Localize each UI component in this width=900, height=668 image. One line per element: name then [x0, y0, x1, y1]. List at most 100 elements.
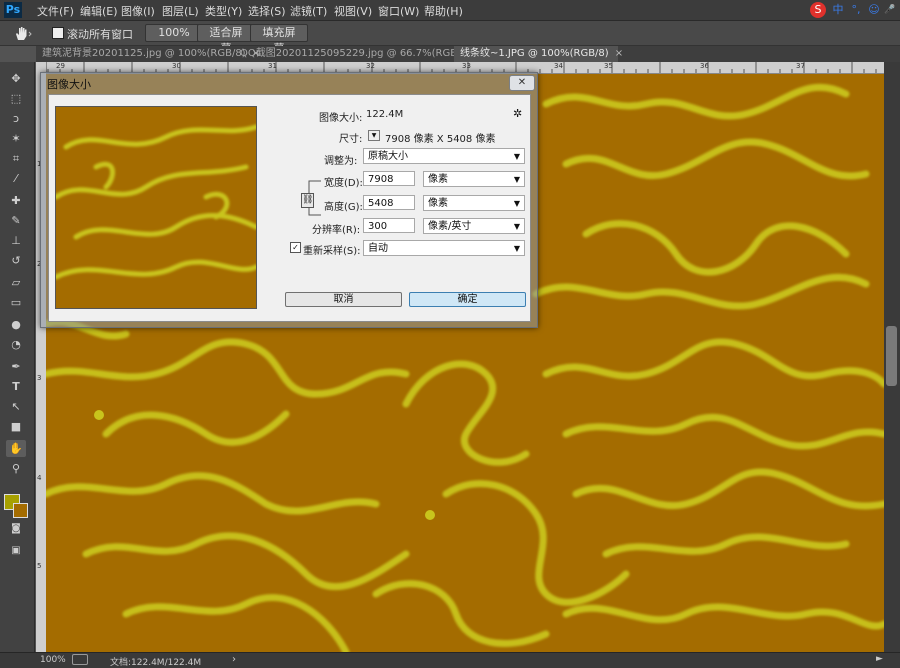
- marquee-tool-icon[interactable]: ⬚: [6, 90, 26, 107]
- close-icon[interactable]: ×: [615, 48, 623, 59]
- menu-type[interactable]: 类型(Y): [205, 3, 242, 19]
- height-label: 高度(G):: [324, 202, 363, 213]
- fit-to-select[interactable]: 原稿大小 ▼: [363, 148, 525, 164]
- ruler-number: 32: [366, 62, 375, 70]
- menu-edit[interactable]: 编辑(E): [80, 3, 118, 19]
- height-unit-select[interactable]: 像素 ▼: [423, 195, 525, 211]
- history-brush-icon[interactable]: ↺: [6, 252, 26, 269]
- background-color-swatch[interactable]: [13, 503, 28, 518]
- options-bar: 滚动所有窗口 100% 适合屏幕 填充屏幕: [0, 21, 900, 55]
- menu-view[interactable]: 视图(V): [334, 3, 372, 19]
- path-selection-icon[interactable]: ↖: [6, 398, 26, 415]
- status-zoom[interactable]: 100%: [40, 655, 66, 665]
- menu-file[interactable]: 文件(F): [37, 3, 74, 19]
- ruler-number: 31: [268, 62, 277, 70]
- blur-tool-icon[interactable]: ●: [6, 316, 26, 333]
- image-size-label: 图像大小:: [319, 113, 363, 124]
- move-tool-icon[interactable]: ✥: [6, 70, 26, 87]
- cancel-button[interactable]: 取消: [285, 292, 402, 307]
- pattern-dot: [94, 410, 104, 420]
- dimensions-label: 尺寸:: [339, 134, 363, 145]
- dialog-title-bar[interactable]: 图像大小 ✕: [41, 73, 537, 93]
- hand-tool-icon[interactable]: ✋: [6, 440, 26, 457]
- brush-tool-icon[interactable]: ✎: [6, 212, 26, 229]
- resolution-field[interactable]: 300: [363, 218, 415, 233]
- menu-window[interactable]: 窗口(W): [378, 3, 419, 19]
- ruler-number: 4: [37, 474, 42, 482]
- resolution-unit: 像素/英寸: [428, 221, 472, 232]
- menu-image[interactable]: 图像(I): [121, 3, 155, 19]
- width-field[interactable]: 7908: [363, 171, 415, 186]
- dodge-tool-icon[interactable]: ◔: [6, 336, 26, 353]
- scroll-right-icon[interactable]: ►: [876, 654, 883, 664]
- magic-wand-icon[interactable]: ✶: [6, 130, 26, 147]
- menu-bar: Ps 文件(F) 编辑(E) 图像(I) 图层(L) 类型(Y) 选择(S) 滤…: [0, 0, 900, 21]
- tab-doc-1[interactable]: 建筑泥背景20201125.jpg @ 100%(RGB/8) ×: [36, 46, 260, 62]
- microphone-icon[interactable]: 🎤: [882, 2, 898, 18]
- ok-button[interactable]: 确定: [409, 292, 526, 307]
- resample-checkbox[interactable]: ✓: [290, 242, 301, 253]
- close-icon[interactable]: ✕: [509, 75, 535, 91]
- vertical-scrollbar-thumb[interactable]: [886, 326, 897, 386]
- menu-layer[interactable]: 图层(L): [162, 3, 199, 19]
- clone-stamp-icon[interactable]: ⊥: [6, 232, 26, 249]
- crop-tool-icon[interactable]: ⌗: [6, 150, 26, 167]
- dimensions-value: 7908 像素 X 5408 像素: [385, 134, 496, 145]
- resample-select[interactable]: 自动 ▼: [363, 240, 525, 256]
- quick-mask-icon[interactable]: ◙: [6, 520, 26, 537]
- tab-label: QQ截图20201125095229.jpg @ 66.7%(RGB/8#): [240, 48, 480, 59]
- scroll-all-label: 滚动所有窗口: [67, 28, 133, 41]
- ruler-number: 30: [172, 62, 181, 70]
- zoom-tool-icon[interactable]: ⚲: [6, 460, 26, 477]
- ruler-number: 29: [56, 62, 65, 70]
- sogou-icon[interactable]: S: [810, 2, 826, 18]
- width-unit-select[interactable]: 像素 ▼: [423, 171, 525, 187]
- menu-filter[interactable]: 滤镜(T): [290, 3, 327, 19]
- eraser-tool-icon[interactable]: ▱: [6, 274, 26, 291]
- healing-brush-icon[interactable]: ✚: [6, 192, 26, 209]
- pattern-dot: [425, 510, 435, 520]
- ruler-number: 5: [37, 562, 42, 570]
- menu-help[interactable]: 帮助(H): [424, 3, 463, 19]
- chevron-down-icon[interactable]: ▼: [368, 130, 380, 141]
- width-label: 宽度(D):: [324, 178, 363, 189]
- punctuation-icon[interactable]: °,: [848, 2, 864, 18]
- lasso-tool-icon[interactable]: ↄ: [6, 110, 26, 127]
- menu-select[interactable]: 选择(S): [248, 3, 286, 19]
- chevron-down-icon: ▼: [513, 152, 520, 161]
- gradient-tool-icon[interactable]: ▭: [6, 294, 26, 311]
- eyedropper-icon[interactable]: ⁄: [6, 170, 26, 187]
- fit-to-label: 调整为:: [324, 156, 358, 167]
- status-bar: 100% 文档:122.4M/122.4M › ►: [0, 652, 900, 668]
- resample-value: 自动: [368, 243, 388, 254]
- height-field[interactable]: 5408: [363, 195, 415, 210]
- resolution-unit-select[interactable]: 像素/英寸 ▼: [423, 218, 525, 234]
- screen-mode-icon[interactable]: ▣: [6, 542, 26, 559]
- link-icon[interactable]: ⛓: [301, 193, 314, 208]
- photoshop-logo: Ps: [4, 2, 22, 18]
- preview-pattern: [56, 124, 256, 280]
- scroll-all-checkbox[interactable]: [52, 27, 64, 39]
- type-tool-icon[interactable]: T: [6, 378, 26, 395]
- chevron-down-icon: ▼: [513, 222, 520, 231]
- ruler-number: 33: [462, 62, 471, 70]
- zoom-100-button[interactable]: 100%: [145, 24, 203, 42]
- document-tab-bar: 建筑泥背景20201125.jpg @ 100%(RGB/8) × QQ截图202…: [36, 46, 900, 62]
- chevron-down-icon: ▼: [513, 244, 520, 253]
- rectangle-tool-icon[interactable]: ■: [6, 418, 26, 435]
- ruler-number: 35: [604, 62, 613, 70]
- status-icon[interactable]: [72, 654, 88, 665]
- status-arrow-icon[interactable]: ›: [232, 654, 236, 665]
- pen-tool-icon[interactable]: ✒: [6, 358, 26, 375]
- tab-doc-3[interactable]: 线条纹~1.JPG @ 100%(RGB/8) ×: [454, 46, 623, 62]
- height-unit: 像素: [428, 198, 448, 209]
- dialog-content: 图像大小: 122.4M ✲ 尺寸: ▼ 7908 像素 X 5408 像素 调…: [48, 94, 531, 322]
- fit-screen-button[interactable]: 适合屏幕: [197, 24, 255, 55]
- ime-chinese-icon[interactable]: 中: [830, 2, 846, 18]
- emoji-icon[interactable]: ☺: [866, 2, 882, 18]
- tab-doc-2[interactable]: QQ截图20201125095229.jpg @ 66.7%(RGB/8#)×: [234, 46, 493, 62]
- image-preview[interactable]: [55, 106, 257, 309]
- gear-icon[interactable]: ✲: [513, 107, 522, 120]
- hand-tool-icon[interactable]: [12, 25, 32, 41]
- fill-screen-button[interactable]: 填充屏幕: [250, 24, 308, 55]
